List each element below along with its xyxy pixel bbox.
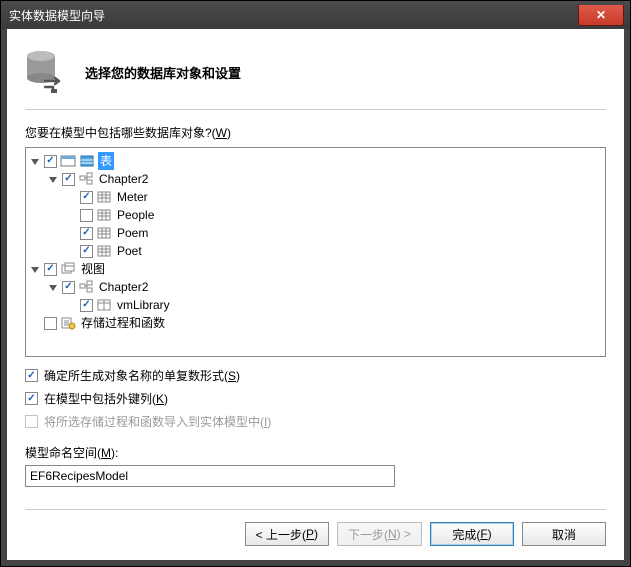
wizard-window: 实体数据模型向导 ✕ 选择您的数据库对象和设置 您要在模型中包括哪些数据库对象?…	[0, 0, 631, 567]
checkbox-dbo[interactable]	[44, 155, 57, 168]
database-icon	[25, 49, 67, 95]
page-title: 选择您的数据库对象和设置	[85, 63, 241, 82]
schema-icon	[78, 279, 94, 295]
option-import-sprocs: 将所选存储过程和函数导入到实体模型中(I)	[25, 413, 606, 430]
node-people[interactable]: People	[115, 206, 156, 224]
options-group: 确定所生成对象名称的单复数形式(S) 在模型中包括外键列(K) 将所选存储过程和…	[25, 367, 606, 430]
checkbox-import-sprocs	[25, 415, 38, 428]
client-area: 选择您的数据库对象和设置 您要在模型中包括哪些数据库对象?(W) 表	[1, 29, 630, 566]
collapse-icon[interactable]	[30, 264, 41, 275]
namespace-label: 模型命名空间(M):	[25, 444, 606, 461]
collapse-icon[interactable]	[48, 282, 59, 293]
checkbox-vmlibrary[interactable]	[80, 299, 93, 312]
close-icon: ✕	[596, 8, 606, 22]
checkbox-foreign-keys[interactable]	[25, 392, 38, 405]
table-icon	[96, 243, 112, 259]
option-pluralize[interactable]: 确定所生成对象名称的单复数形式(S)	[25, 367, 606, 384]
schema-icon	[78, 171, 94, 187]
table-icon	[96, 225, 112, 241]
checkbox-meter[interactable]	[80, 191, 93, 204]
table-icon	[96, 207, 112, 223]
close-button[interactable]: ✕	[578, 5, 624, 26]
collapse-icon[interactable]	[48, 174, 59, 185]
tables-group-icon	[79, 153, 95, 169]
checkbox-pluralize[interactable]	[25, 369, 38, 382]
tree-prompt: 您要在模型中包括哪些数据库对象?(W)	[25, 124, 606, 141]
node-poem[interactable]: Poem	[115, 224, 150, 242]
wizard-buttons: < 上一步(P) 下一步(N) > 完成(F) 取消	[25, 522, 606, 546]
checkbox-sprocs[interactable]	[44, 317, 57, 330]
header-divider	[25, 109, 606, 110]
back-button[interactable]: < 上一步(P)	[245, 522, 329, 546]
node-chapter2-views[interactable]: Chapter2	[97, 278, 150, 296]
db-objects-tree[interactable]: 表 Chapter2	[25, 147, 606, 357]
node-sprocs[interactable]: 存储过程和函数	[79, 314, 167, 332]
checkbox-people[interactable]	[80, 209, 93, 222]
sproc-icon	[60, 315, 76, 331]
window-title: 实体数据模型向导	[9, 7, 105, 24]
checkbox-chapter2-tables[interactable]	[62, 173, 75, 186]
views-group-icon	[60, 261, 76, 277]
footer-divider	[25, 509, 606, 510]
node-meter[interactable]: Meter	[115, 188, 150, 206]
next-button: 下一步(N) >	[337, 522, 422, 546]
schema-icon	[60, 153, 76, 169]
checkbox-poem[interactable]	[80, 227, 93, 240]
wizard-header: 选择您的数据库对象和设置	[25, 43, 606, 109]
titlebar: 实体数据模型向导 ✕	[1, 1, 630, 29]
checkbox-chapter2-views[interactable]	[62, 281, 75, 294]
table-icon	[96, 189, 112, 205]
collapse-icon[interactable]	[30, 156, 41, 167]
view-icon	[96, 297, 112, 313]
checkbox-views[interactable]	[44, 263, 57, 276]
namespace-input[interactable]	[25, 465, 395, 487]
cancel-button[interactable]: 取消	[522, 522, 606, 546]
finish-button[interactable]: 完成(F)	[430, 522, 514, 546]
node-views[interactable]: 视图	[79, 260, 107, 278]
checkbox-poet[interactable]	[80, 245, 93, 258]
node-tables[interactable]: 表	[98, 152, 114, 170]
option-foreign-keys[interactable]: 在模型中包括外键列(K)	[25, 390, 606, 407]
node-chapter2-tables[interactable]: Chapter2	[97, 170, 150, 188]
node-vmlibrary[interactable]: vmLibrary	[115, 296, 172, 314]
node-poet[interactable]: Poet	[115, 242, 144, 260]
